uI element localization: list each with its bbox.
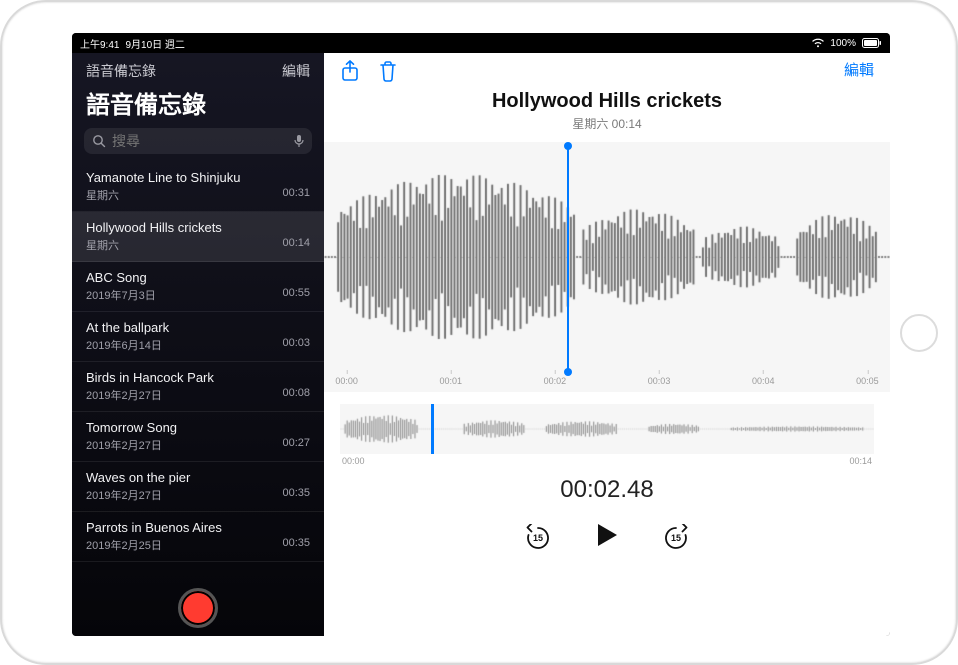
home-button[interactable]: [900, 314, 938, 352]
recording-item-duration: 00:35: [282, 537, 310, 553]
recording-item-date: 2019年2月27日: [86, 387, 162, 403]
recording-item-title: Tomorrow Song: [86, 420, 310, 435]
recordings-list: Yamanote Line to Shinjuku 星期六 00:31Holly…: [72, 162, 324, 636]
current-time: 00:02.48: [324, 476, 890, 504]
playhead-main[interactable]: [567, 146, 569, 372]
recording-item-duration: 00:31: [282, 187, 310, 203]
trash-icon[interactable]: [378, 60, 398, 80]
wifi-icon: [812, 38, 824, 48]
waveform-overview[interactable]: [340, 404, 874, 454]
search-input[interactable]: [112, 133, 293, 149]
detail-edit-button[interactable]: 編輯: [844, 59, 874, 80]
recording-item-duration: 00:03: [282, 337, 310, 353]
status-bar: 上午9:41 9月10日 週二 100%: [72, 33, 890, 53]
recording-item[interactable]: Yamanote Line to Shinjuku 星期六 00:31: [72, 162, 324, 212]
skip-back-seconds: 15: [533, 533, 543, 543]
transport-controls: 15 15: [324, 522, 890, 553]
status-time: 上午9:41: [80, 36, 119, 51]
recording-item-duration: 00:14: [282, 237, 310, 253]
recording-item[interactable]: Waves on the pier 2019年2月27日 00:35: [72, 462, 324, 512]
recording-item-date: 星期六: [86, 237, 119, 253]
recording-item-date: 2019年7月3日: [86, 287, 156, 303]
skip-forward-button[interactable]: 15: [661, 523, 691, 553]
recording-item[interactable]: ABC Song 2019年7月3日 00:55: [72, 262, 324, 312]
overview-end-label: 00:14: [849, 456, 872, 466]
recording-item[interactable]: At the ballpark 2019年6月14日 00:03: [72, 312, 324, 362]
recording-item-duration: 00:27: [282, 437, 310, 453]
recording-item[interactable]: Birds in Hancock Park 2019年2月27日 00:08: [72, 362, 324, 412]
recording-item-duration: 00:55: [282, 287, 310, 303]
record-button[interactable]: [178, 588, 218, 628]
recording-title[interactable]: Hollywood Hills crickets: [324, 90, 890, 113]
recording-item[interactable]: Parrots in Buenos Aires 2019年2月25日 00:35: [72, 512, 324, 562]
tick-label: 00:05: [856, 376, 879, 386]
recording-subtitle: 星期六 00:14: [324, 115, 890, 132]
search-icon: [92, 134, 106, 148]
dictation-icon[interactable]: [293, 134, 305, 148]
recording-item-date: 2019年6月14日: [86, 337, 162, 353]
recording-item-date: 星期六: [86, 187, 119, 203]
sidebar-nav-label[interactable]: 語音備忘錄: [86, 61, 156, 81]
status-battery-text: 100%: [830, 38, 856, 49]
recording-item-duration: 00:35: [282, 487, 310, 503]
share-icon[interactable]: [340, 60, 360, 80]
recording-item-date: 2019年2月27日: [86, 487, 162, 503]
recording-item-date: 2019年2月25日: [86, 537, 162, 553]
sidebar-edit-button[interactable]: 編輯: [282, 61, 310, 81]
tick-label: 00:00: [335, 376, 358, 386]
recording-item-title: Parrots in Buenos Aires: [86, 520, 310, 535]
overview-start-label: 00:00: [342, 456, 365, 466]
status-date: 9月10日 週二: [125, 36, 184, 51]
detail-pane: 編輯 Hollywood Hills crickets 星期六 00:14 00…: [324, 53, 890, 636]
sidebar-title: 語音備忘錄: [72, 83, 324, 128]
recording-item-duration: 00:08: [282, 387, 310, 403]
playhead-overview[interactable]: [431, 404, 434, 454]
ipad-frame: 上午9:41 9月10日 週二 100% 語音備忘錄 編輯 語音備忘: [0, 0, 958, 665]
detail-toolbar: 編輯: [324, 53, 890, 86]
recording-item-title: ABC Song: [86, 270, 310, 285]
recording-item[interactable]: Hollywood Hills crickets 星期六 00:14: [72, 212, 324, 262]
play-button[interactable]: [595, 522, 619, 553]
tick-label: 00:03: [648, 376, 671, 386]
recording-item-title: At the ballpark: [86, 320, 310, 335]
recording-item-date: 2019年2月27日: [86, 437, 162, 453]
waveform-main[interactable]: 00:00 00:01 00:02 00:03 00:04 00:05: [324, 142, 890, 392]
tick-label: 00:02: [544, 376, 567, 386]
recording-item-title: Hollywood Hills crickets: [86, 220, 310, 235]
battery-icon: [862, 38, 882, 48]
skip-forward-seconds: 15: [671, 533, 681, 543]
search-field[interactable]: [84, 128, 312, 154]
tick-label: 00:01: [440, 376, 463, 386]
sidebar: 語音備忘錄 編輯 語音備忘錄 Yamanote Line to Shinjuku…: [72, 53, 324, 636]
recording-item-title: Waves on the pier: [86, 470, 310, 485]
tick-label: 00:04: [752, 376, 775, 386]
skip-back-button[interactable]: 15: [523, 523, 553, 553]
screen: 上午9:41 9月10日 週二 100% 語音備忘錄 編輯 語音備忘: [72, 33, 890, 636]
recording-item-title: Yamanote Line to Shinjuku: [86, 170, 310, 185]
recording-item-title: Birds in Hancock Park: [86, 370, 310, 385]
recording-item[interactable]: Tomorrow Song 2019年2月27日 00:27: [72, 412, 324, 462]
waveform-time-ticks: 00:00 00:01 00:02 00:03 00:04 00:05: [324, 376, 890, 390]
